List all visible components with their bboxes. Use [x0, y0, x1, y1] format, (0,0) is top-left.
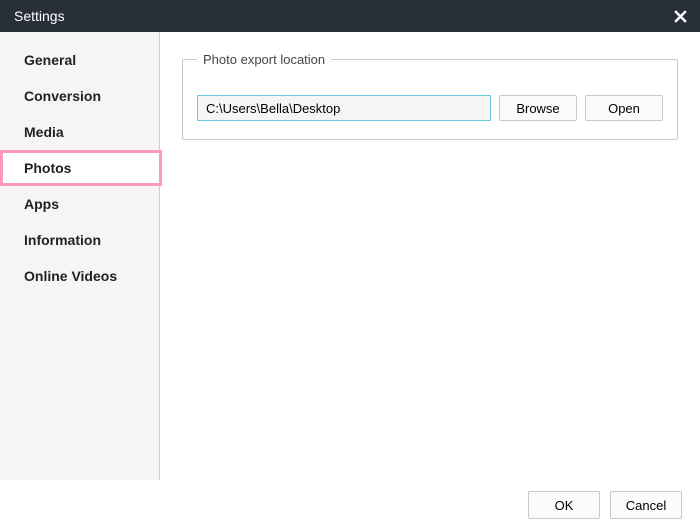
sidebar: General Conversion Media Photos Apps Inf… [0, 32, 160, 480]
close-button[interactable] [670, 6, 690, 26]
ok-button[interactable]: OK [528, 491, 600, 519]
sidebar-item-online-videos[interactable]: Online Videos [0, 258, 159, 294]
photo-export-fieldset: Photo export location Browse Open [182, 52, 678, 140]
sidebar-item-label: Information [24, 232, 101, 248]
dialog-body: General Conversion Media Photos Apps Inf… [0, 32, 700, 480]
sidebar-item-label: Online Videos [24, 268, 117, 284]
cancel-button[interactable]: Cancel [610, 491, 682, 519]
close-icon [673, 9, 688, 24]
titlebar: Settings [0, 0, 700, 32]
window-title: Settings [14, 8, 65, 24]
sidebar-item-conversion[interactable]: Conversion [0, 78, 159, 114]
sidebar-item-information[interactable]: Information [0, 222, 159, 258]
sidebar-item-general[interactable]: General [0, 42, 159, 78]
sidebar-item-label: General [24, 52, 76, 68]
sidebar-item-label: Apps [24, 196, 59, 212]
sidebar-item-apps[interactable]: Apps [0, 186, 159, 222]
export-path-row: Browse Open [197, 95, 663, 121]
open-button[interactable]: Open [585, 95, 663, 121]
fieldset-legend: Photo export location [197, 52, 331, 67]
dialog-footer: OK Cancel [0, 480, 700, 530]
export-path-input[interactable] [197, 95, 491, 121]
sidebar-item-photos[interactable]: Photos [0, 150, 162, 186]
sidebar-item-label: Conversion [24, 88, 101, 104]
sidebar-item-label: Photos [24, 160, 71, 176]
main-panel: Photo export location Browse Open [160, 32, 700, 480]
sidebar-item-label: Media [24, 124, 64, 140]
browse-button[interactable]: Browse [499, 95, 577, 121]
sidebar-item-media[interactable]: Media [0, 114, 159, 150]
